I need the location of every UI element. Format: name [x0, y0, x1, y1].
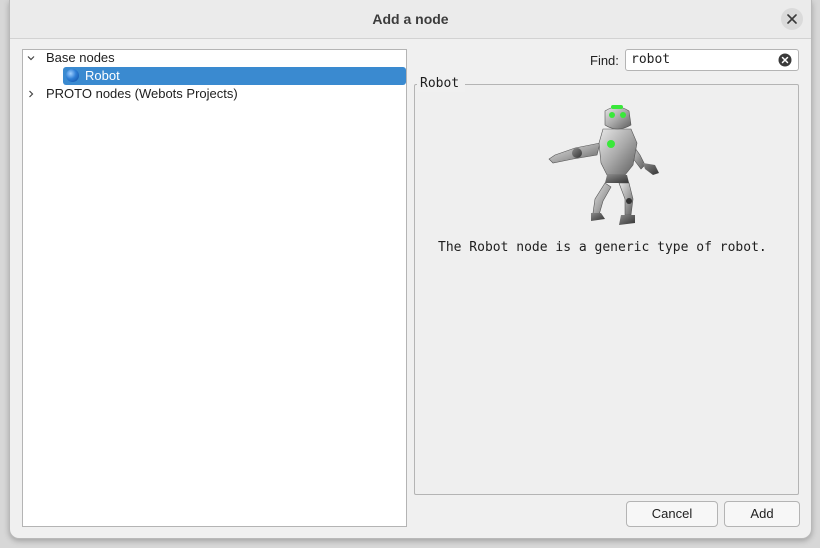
find-label: Find:	[590, 53, 619, 68]
tree-item-label: Robot	[85, 68, 120, 83]
chevron-down-icon[interactable]	[27, 54, 35, 62]
tree-item-base-nodes[interactable]: Base nodes	[23, 49, 406, 67]
cancel-button[interactable]: Cancel	[626, 501, 718, 527]
tree-item-label: Base nodes	[46, 50, 115, 65]
close-button[interactable]	[781, 8, 803, 30]
add-button[interactable]: Add	[724, 501, 800, 527]
tree-item-robot[interactable]: Robot	[63, 67, 406, 85]
find-input[interactable]: robot	[625, 49, 799, 71]
find-input-value: robot	[631, 52, 671, 67]
node-description: The Robot node is a generic type of robo…	[438, 240, 767, 255]
tree-item-label: PROTO nodes (Webots Projects)	[46, 86, 238, 101]
add-node-dialog: Add a node Base nodes Robot PROTO nodes …	[9, 0, 812, 539]
node-preview-group: Robot The Robot node is a generic type o…	[414, 76, 799, 495]
chevron-right-icon[interactable]	[27, 90, 35, 98]
tree-item-proto-nodes[interactable]: PROTO nodes (Webots Projects)	[23, 85, 406, 103]
node-sphere-icon	[66, 69, 79, 82]
node-tree[interactable]: Base nodes Robot PROTO nodes (Webots Pro…	[22, 49, 407, 527]
title-bar: Add a node	[10, 0, 811, 39]
robot-preview-image	[548, 105, 659, 225]
close-icon	[787, 14, 797, 24]
dialog-title: Add a node	[372, 11, 449, 27]
preview-group-title: Robot	[417, 76, 466, 92]
clear-icon[interactable]	[778, 53, 792, 67]
